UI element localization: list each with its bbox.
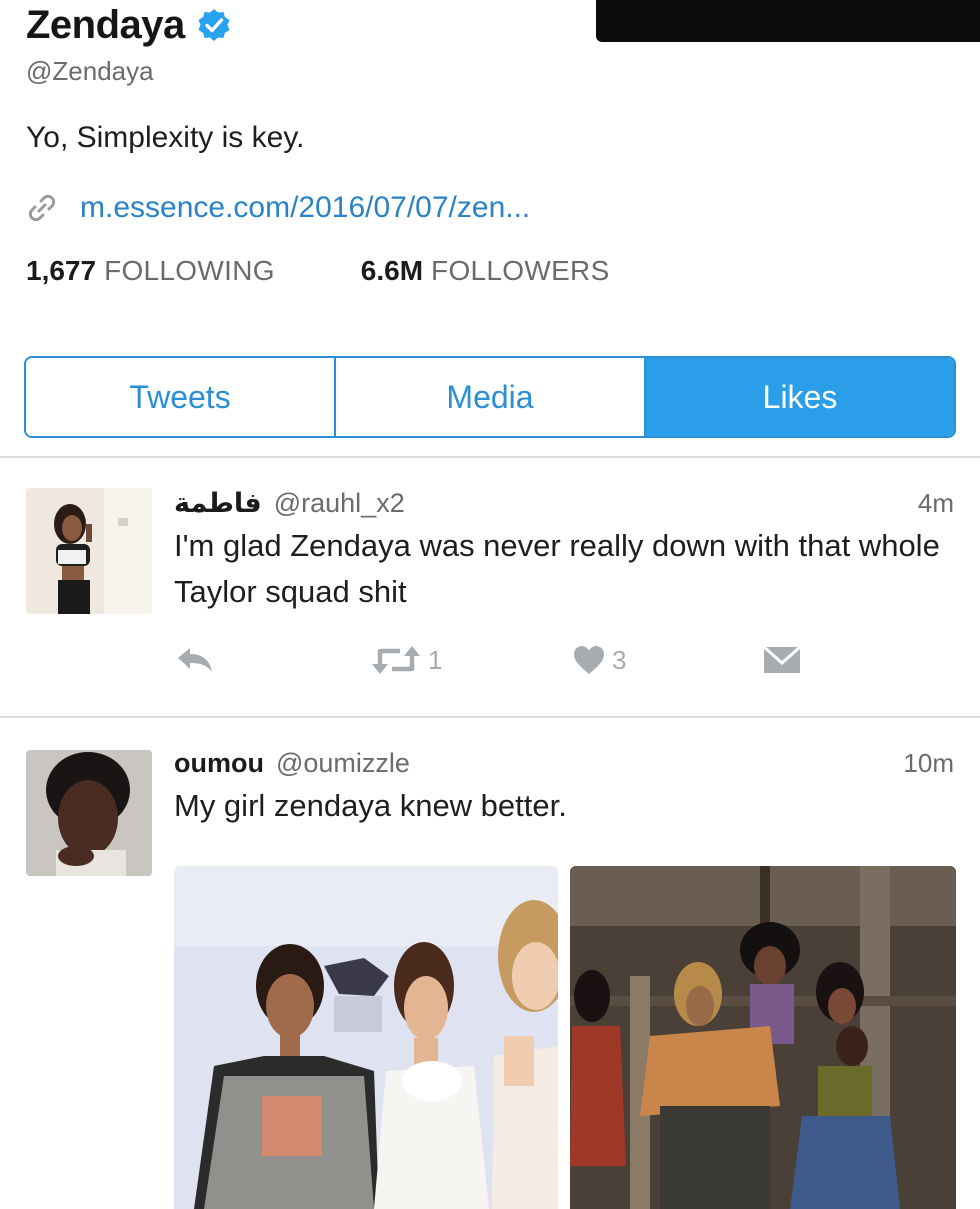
- tweet-timestamp: 10m: [903, 748, 954, 778]
- tweet-header: فاطمة @rauhl_x2 4m: [174, 488, 954, 519]
- avatar[interactable]: [26, 488, 152, 614]
- retweet-button[interactable]: 1: [370, 644, 442, 676]
- following-stat[interactable]: 1,677 FOLLOWING: [26, 255, 275, 287]
- retweet-count: 1: [428, 644, 443, 675]
- link-icon: [28, 194, 56, 222]
- red-carpet-photo: [174, 866, 558, 1209]
- followers-count: 6.6M: [360, 255, 424, 286]
- following-count: 1,677: [26, 255, 97, 286]
- verified-badge-icon: [198, 9, 230, 41]
- following-label: FOLLOWING: [104, 255, 275, 286]
- tab-media[interactable]: Media: [334, 358, 644, 436]
- followers-stat[interactable]: 6.6M FOLLOWERS: [361, 255, 610, 287]
- tweet-media-photo-1[interactable]: [174, 866, 558, 1209]
- like-button[interactable]: 3: [572, 644, 626, 676]
- reply-icon: [178, 648, 212, 672]
- avatar-image: [26, 488, 152, 614]
- profile-link-text[interactable]: m.essence.com/2016/07/07/zen...: [80, 191, 530, 225]
- profile-handle: @Zendaya: [26, 56, 154, 86]
- tab-tweets[interactable]: Tweets: [26, 358, 334, 436]
- followers-label: FOLLOWERS: [431, 255, 610, 286]
- tweet-author-handle[interactable]: @rauhl_x2: [274, 488, 405, 519]
- profile-link[interactable]: m.essence.com/2016/07/07/zen...: [26, 191, 966, 225]
- tab-likes[interactable]: Likes: [644, 358, 954, 436]
- reply-button[interactable]: [174, 644, 216, 676]
- group-photo: [570, 866, 956, 1209]
- divider: [0, 716, 980, 718]
- tweet-item[interactable]: فاطمة @rauhl_x2 4m I'm glad Zendaya was …: [0, 484, 980, 714]
- tweet-author-handle[interactable]: @oumizzle: [276, 748, 410, 779]
- profile-bio: Yo, Simplexity is key.: [26, 121, 305, 154]
- tweet-author-name[interactable]: فاطمة: [174, 488, 262, 519]
- profile-tabs: Tweets Media Likes: [24, 356, 956, 438]
- tweet-author-name[interactable]: oumou: [174, 748, 264, 779]
- tweet-text: My girl zendaya knew better.: [174, 788, 567, 823]
- profile-header: Zendaya @Zendaya Yo, Simplexity is key. …: [26, 0, 966, 287]
- divider: [0, 456, 980, 458]
- like-count: 3: [612, 644, 627, 675]
- retweet-icon: [372, 646, 420, 674]
- tweet-text: I'm glad Zendaya was never really down w…: [174, 528, 940, 609]
- tweet-actions: 1 3: [174, 644, 814, 684]
- tweet-header: oumou @oumizzle 10m: [174, 748, 954, 779]
- avatar[interactable]: [26, 750, 152, 876]
- tweet-timestamp: 4m: [917, 488, 954, 518]
- name-row: Zendaya: [26, 0, 966, 50]
- profile-stats: 1,677 FOLLOWING 6.6M FOLLOWERS: [26, 255, 966, 287]
- avatar-image: [26, 750, 152, 876]
- direct-message-button[interactable]: [762, 644, 802, 676]
- profile-name: Zendaya: [26, 2, 185, 47]
- tweet-media-photo-2[interactable]: [570, 866, 956, 1209]
- envelope-icon: [763, 645, 801, 673]
- heart-icon: [574, 646, 604, 674]
